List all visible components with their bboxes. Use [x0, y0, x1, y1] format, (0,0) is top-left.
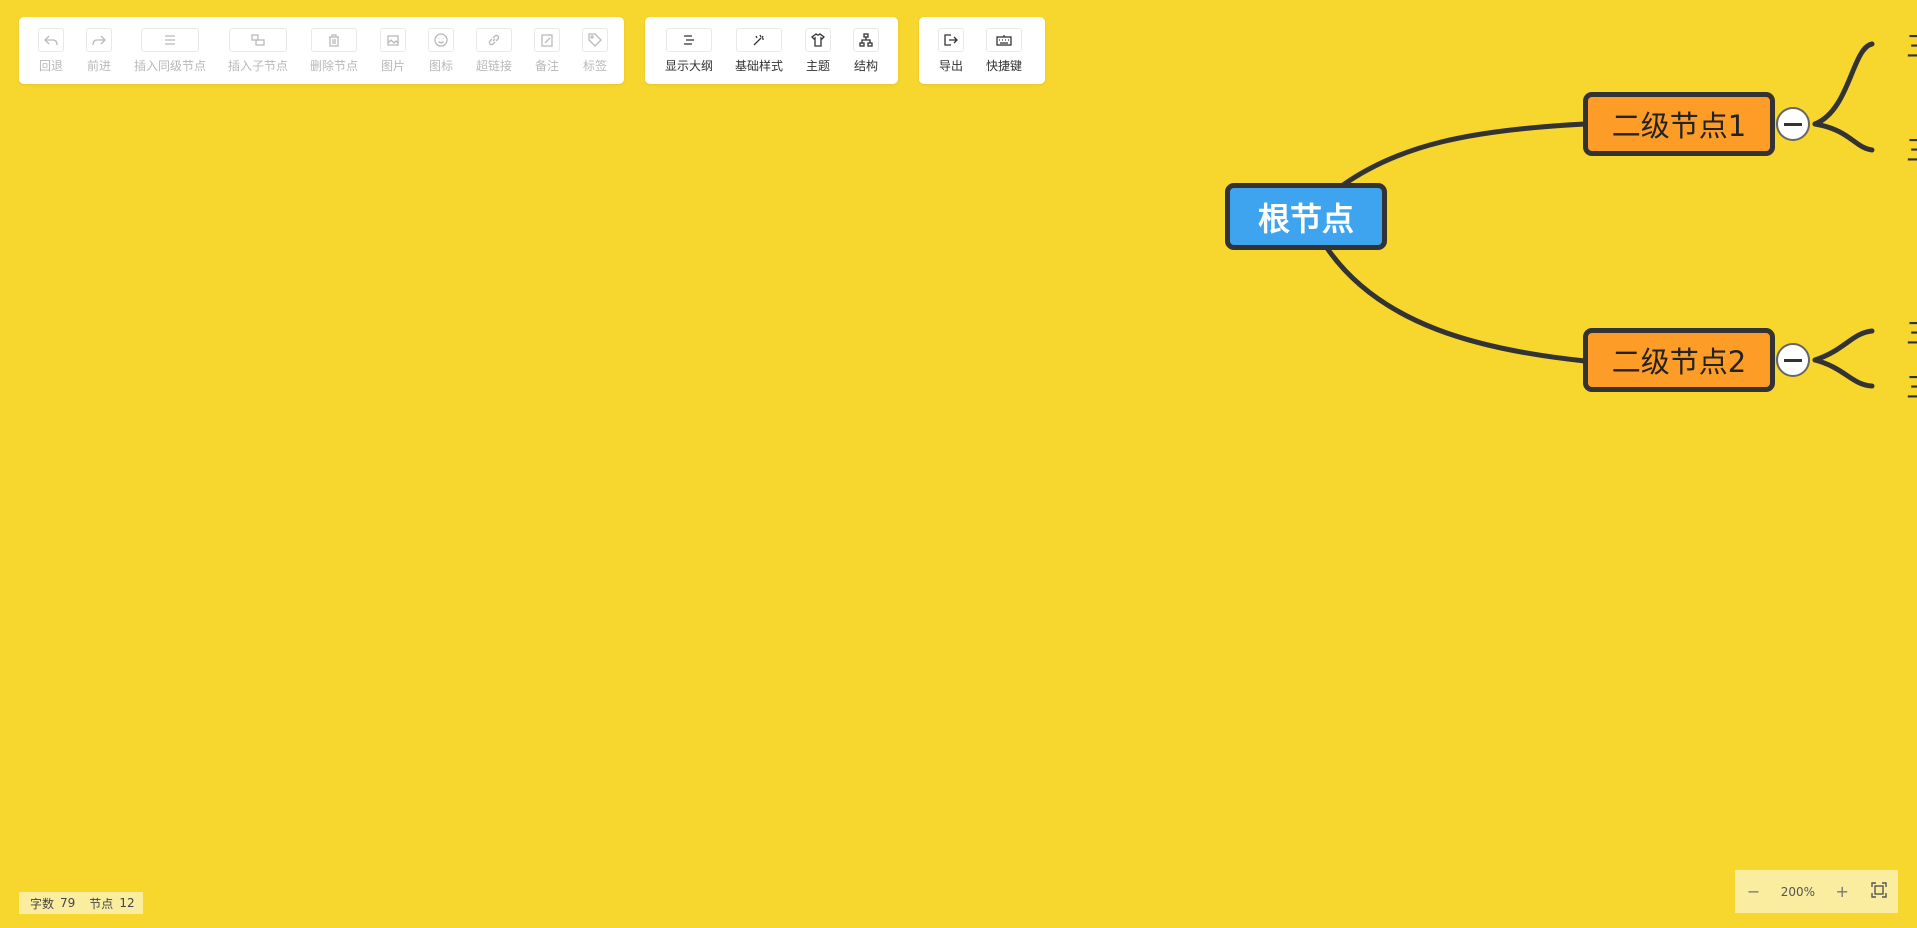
connector-child1-grandchild-a	[1812, 41, 1875, 127]
grandchild-node-truncated: 三	[1906, 134, 1917, 167]
zoom-in-button[interactable]: +	[1832, 882, 1852, 901]
export-button[interactable]: 导出	[938, 17, 964, 74]
grandchild-node-truncated: 三	[1906, 30, 1917, 63]
show-outline-button[interactable]: 显示大纲	[665, 17, 713, 74]
structure-button[interactable]: 结构	[853, 17, 880, 74]
note-icon	[541, 33, 553, 47]
tag-button[interactable]: 标签	[582, 17, 609, 74]
word-count-value: 79	[60, 896, 76, 910]
collapse-node-1-button[interactable]	[1776, 107, 1810, 141]
status-bar: 字数 79 节点 12	[19, 892, 143, 914]
collapse-node-2-button[interactable]	[1776, 343, 1810, 377]
toolbar-view-group: 显示大纲 基础样式 主题 结构	[645, 17, 898, 84]
grandchild-node-truncated: 三	[1906, 317, 1917, 350]
zoom-out-button[interactable]: −	[1744, 882, 1764, 901]
insert-child-node-button[interactable]: 插入子节点	[228, 17, 288, 74]
fit-screen-button[interactable]	[1869, 881, 1889, 902]
delete-node-button[interactable]: 删除节点	[310, 17, 358, 74]
secondary-node-1[interactable]: 二级节点1	[1583, 92, 1775, 156]
image-icon	[387, 34, 399, 46]
node-count-label: 节点	[89, 896, 114, 911]
minus-icon	[1784, 122, 1802, 126]
theme-button[interactable]: 主题	[805, 17, 832, 74]
insert-sibling-node-button[interactable]: 插入同级节点	[134, 17, 206, 74]
base-style-button[interactable]: 基础样式	[735, 17, 783, 74]
hyperlink-button[interactable]: 超链接	[476, 17, 512, 74]
undo-button[interactable]: 回退	[38, 17, 64, 74]
connector-root-child1	[1340, 121, 1588, 188]
outline-icon	[684, 34, 694, 45]
zoom-panel: − 200% +	[1735, 870, 1898, 913]
mindmap-canvas[interactable]: 三 三 三 三 根节点 二级节点1 二级节点2	[0, 0, 1917, 928]
node-count-value: 12	[119, 896, 135, 910]
redo-icon	[92, 35, 106, 46]
word-count-label: 字数	[30, 896, 55, 911]
trash-icon	[329, 33, 340, 47]
connector-child1-grandchild-b	[1812, 121, 1875, 153]
link-icon	[488, 34, 500, 46]
grandchild-node-truncated: 三	[1906, 371, 1917, 404]
export-icon	[944, 34, 958, 46]
undo-icon	[44, 35, 58, 46]
secondary-node-2[interactable]: 二级节点2	[1583, 328, 1775, 392]
child-node-icon	[251, 34, 265, 46]
connector-root-child2	[1324, 245, 1588, 364]
smiley-icon	[434, 33, 448, 47]
toolbar-edit-group: 回退 前进 插入同级节点 插入子节点 删除节点 图片 图标 超链接 备注 标签	[19, 17, 624, 84]
connector-child2-grandchild-a	[1812, 328, 1875, 363]
note-button[interactable]: 备注	[534, 17, 561, 74]
toolbar-file-group: 导出 快捷键	[919, 17, 1045, 84]
keyboard-icon	[996, 35, 1012, 46]
minus-icon	[1784, 358, 1802, 362]
tag-icon	[588, 33, 602, 47]
image-button[interactable]: 图片	[380, 17, 407, 74]
fit-screen-icon	[1871, 881, 1888, 898]
zoom-level: 200%	[1780, 884, 1816, 899]
shirt-icon	[811, 33, 826, 47]
icon-button[interactable]: 图标	[428, 17, 455, 74]
redo-button[interactable]: 前进	[86, 17, 112, 74]
root-node[interactable]: 根节点	[1225, 183, 1387, 250]
shortcuts-button[interactable]: 快捷键	[986, 17, 1022, 74]
magic-wand-icon	[753, 34, 765, 46]
structure-icon	[859, 33, 873, 47]
sibling-node-icon	[165, 35, 175, 45]
connector-child2-grandchild-b	[1812, 357, 1875, 389]
